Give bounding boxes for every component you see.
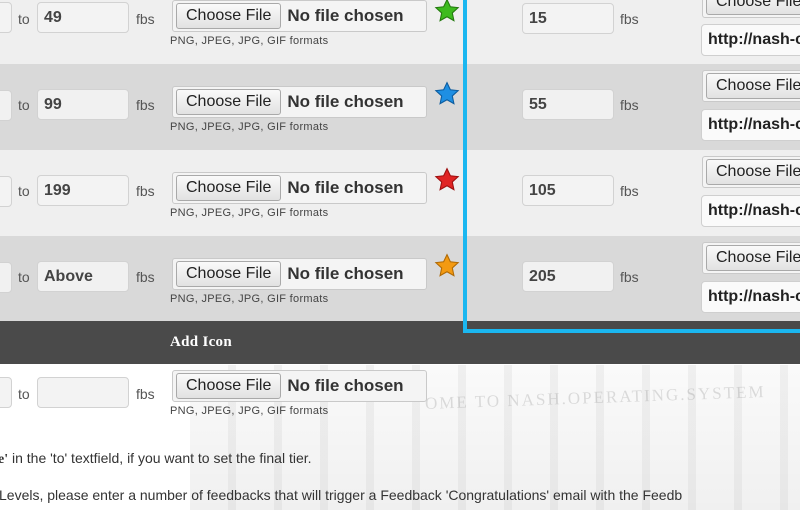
final-tier-note-text: in the 'to' textfield, if you want to se… <box>8 450 312 466</box>
choose-file-button[interactable]: Choose File <box>176 373 282 399</box>
format-hint: PNG, JPEG, JPG, GIF formats <box>170 405 329 417</box>
format-hint: PNG, JPEG, JPG, GIF formats <box>170 35 329 47</box>
choose-file-button[interactable]: Choose File <box>176 3 282 29</box>
file-input[interactable]: Choose File No file chosen <box>172 370 427 402</box>
highlight-panel <box>463 0 800 333</box>
to-label: to <box>18 269 30 285</box>
to-field[interactable]: 199 <box>37 175 129 206</box>
from-field[interactable] <box>0 2 12 33</box>
file-status: No file chosen <box>287 6 404 25</box>
levels-note: Levels, please enter a number of feedbac… <box>0 487 683 503</box>
from-field[interactable] <box>0 90 12 121</box>
to-field[interactable]: Above <box>37 261 129 292</box>
to-label: to <box>18 183 30 199</box>
red-star-icon <box>434 167 460 191</box>
format-hint: PNG, JPEG, JPG, GIF formats <box>170 293 329 305</box>
file-input[interactable]: Choose File No file chosen <box>172 258 427 290</box>
to-field[interactable] <box>37 377 129 408</box>
blue-star-icon <box>434 81 460 105</box>
file-status: No file chosen <box>287 92 404 111</box>
final-tier-note: e' in the 'to' textfield, if you want to… <box>0 450 312 467</box>
to-label: to <box>18 97 30 113</box>
from-field[interactable] <box>0 176 12 207</box>
format-hint: PNG, JPEG, JPG, GIF formats <box>170 121 329 133</box>
file-status: No file chosen <box>287 178 404 197</box>
green-star-icon <box>434 0 460 22</box>
add-icon-button[interactable]: Add Icon <box>170 334 232 351</box>
format-hint: PNG, JPEG, JPG, GIF formats <box>170 207 329 219</box>
new-tier-row: to fbs Choose File No file chosen PNG, J… <box>0 364 800 450</box>
file-status: No file chosen <box>287 376 404 395</box>
fbs-label: fbs <box>136 97 155 113</box>
fbs-label: fbs <box>136 269 155 285</box>
fbs-label: fbs <box>136 386 155 402</box>
file-input[interactable]: Choose File No file chosen <box>172 172 427 204</box>
choose-file-button[interactable]: Choose File <box>176 261 282 287</box>
fbs-label: fbs <box>136 11 155 27</box>
choose-file-button[interactable]: Choose File <box>176 175 282 201</box>
file-input[interactable]: Choose File No file chosen <box>172 0 427 32</box>
to-field[interactable]: 49 <box>37 2 129 33</box>
fbs-label: fbs <box>136 183 155 199</box>
file-status: No file chosen <box>287 264 404 283</box>
orange-star-icon <box>434 253 460 277</box>
choose-file-button[interactable]: Choose File <box>176 89 282 115</box>
from-field[interactable] <box>0 377 12 408</box>
to-label: to <box>18 11 30 27</box>
to-field[interactable]: 99 <box>37 89 129 120</box>
from-field[interactable] <box>0 262 12 293</box>
to-label: to <box>18 386 30 402</box>
file-input[interactable]: Choose File No file chosen <box>172 86 427 118</box>
